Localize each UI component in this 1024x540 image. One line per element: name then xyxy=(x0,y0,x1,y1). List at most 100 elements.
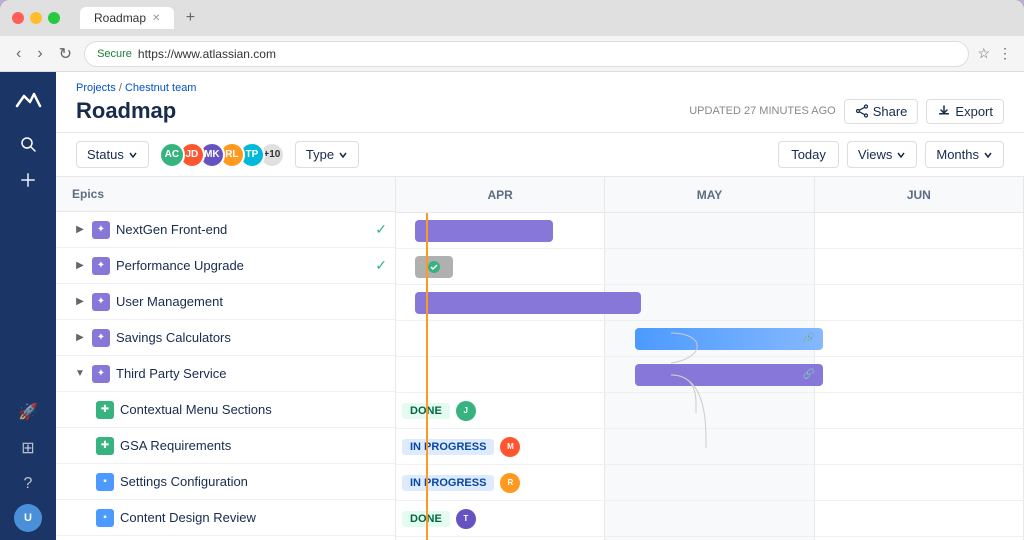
expand-icon[interactable]: ▶ xyxy=(72,294,88,310)
app-logo[interactable] xyxy=(10,80,46,116)
sidebar-search-icon[interactable] xyxy=(12,128,44,160)
bookmark-icon[interactable]: ☆ xyxy=(977,45,990,62)
mini-avatar-4: T xyxy=(456,509,476,529)
epic-row-contextual[interactable]: ✚ Contextual Menu Sections xyxy=(56,392,395,428)
epic-row-settings[interactable]: ▪ Settings Configuration xyxy=(56,464,395,500)
address-bar[interactable]: Secure https://www.atlassian.com xyxy=(84,41,969,67)
expand-icon[interactable]: ▶ xyxy=(72,222,88,238)
back-button[interactable]: ‹ xyxy=(12,43,25,65)
secure-badge: Secure xyxy=(97,48,132,60)
tab-close-icon[interactable]: ✕ xyxy=(152,13,160,24)
chevron-down-icon xyxy=(128,150,138,160)
sidebar-add-icon[interactable] xyxy=(12,164,44,196)
month-apr: APR xyxy=(396,177,605,212)
share-icon xyxy=(855,104,869,118)
timeline-header: APR MAY JUN xyxy=(396,177,1024,213)
forward-button[interactable]: › xyxy=(33,43,46,65)
bar-row-3: 🔗 xyxy=(396,321,1024,357)
export-button[interactable]: Export xyxy=(926,99,1004,124)
timeline-body: 🔗 🔗 DONE xyxy=(396,213,1024,540)
bar-row-0 xyxy=(396,213,1024,249)
top-right-actions: UPDATED 27 MINUTES AGO Share Export xyxy=(689,99,1004,124)
url-text: https://www.atlassian.com xyxy=(138,47,276,61)
status-progress-2: IN PROGRESS xyxy=(402,475,494,491)
active-tab[interactable]: Roadmap ✕ xyxy=(80,7,174,29)
months-chevron-icon xyxy=(983,150,993,160)
new-task-row[interactable]: ✚ xyxy=(56,536,395,540)
link-icon: 🔗 xyxy=(803,369,815,380)
views-chevron-icon xyxy=(896,150,906,160)
menu-icon[interactable]: ⋮ xyxy=(998,45,1012,62)
type-chevron-icon xyxy=(338,150,348,160)
epic-icon-purple: ✦ xyxy=(92,293,110,311)
sidebar-rocket-icon[interactable]: 🚀 xyxy=(12,396,44,428)
sidebar-help-icon[interactable]: ? xyxy=(12,468,44,500)
bar-row-2 xyxy=(396,285,1024,321)
epic-icon-blue: ▪ xyxy=(96,473,114,491)
mini-avatar-2: M xyxy=(500,437,520,457)
left-sidebar: 🚀 ⊞ ? U xyxy=(0,72,56,540)
month-jun: JUN xyxy=(815,177,1024,212)
tab-title: Roadmap xyxy=(94,11,146,25)
minimize-button[interactable] xyxy=(30,12,42,24)
epic-row-nextgen-frontend[interactable]: ▶ ✦ NextGen Front-end ✓ xyxy=(56,212,395,248)
refresh-button[interactable]: ↻ xyxy=(55,42,76,66)
avatar-1[interactable]: AC xyxy=(159,142,185,168)
epics-header: Epics xyxy=(56,177,395,212)
mini-avatar-3: R xyxy=(500,473,520,493)
bar-row-1 xyxy=(396,249,1024,285)
browser-titlebar: Roadmap ✕ + xyxy=(0,0,1024,36)
epic-row-third-party[interactable]: ▼ ✦ Third Party Service xyxy=(56,356,395,392)
share-button[interactable]: Share xyxy=(844,99,919,124)
epic-row-savings[interactable]: ▶ ✦ Savings Calculators xyxy=(56,320,395,356)
bar-row-4: 🔗 xyxy=(396,357,1024,393)
today-button[interactable]: Today xyxy=(778,141,839,168)
gantt-bar-performance[interactable] xyxy=(415,256,453,278)
epics-list: ▶ ✦ NextGen Front-end ✓ ▶ ✦ Performance … xyxy=(56,212,395,540)
epic-icon-green: ✚ xyxy=(96,437,114,455)
new-tab-button[interactable]: + xyxy=(178,6,202,30)
link-icon: 🔗 xyxy=(803,333,815,344)
breadcrumb: Projects / Chestnut team xyxy=(76,82,1004,94)
today-line xyxy=(426,213,428,540)
right-controls: Today Views Months xyxy=(778,141,1004,168)
mini-avatar-1: J xyxy=(456,401,476,421)
top-bar: Projects / Chestnut team Roadmap UPDATED… xyxy=(56,72,1024,133)
breadcrumb-projects[interactable]: Projects xyxy=(76,82,116,94)
user-avatar[interactable]: U xyxy=(14,504,42,532)
expand-icon[interactable]: ▶ xyxy=(72,258,88,274)
month-may: MAY xyxy=(605,177,814,212)
epic-icon-purple: ✦ xyxy=(92,365,110,383)
epic-row-content-design[interactable]: ▪ Content Design Review xyxy=(56,500,395,536)
maximize-button[interactable] xyxy=(48,12,60,24)
gantt-bar-user-mgmt[interactable] xyxy=(415,292,641,314)
gantt-bar-third-party[interactable]: 🔗 xyxy=(635,364,823,386)
breadcrumb-team[interactable]: Chestnut team xyxy=(125,82,197,94)
timeline-area: APR MAY JUN xyxy=(396,177,1024,540)
filter-bar: Status AC JD MK RL TP +10 Type Toda xyxy=(56,133,1024,177)
epic-row-performance[interactable]: ▶ ✦ Performance Upgrade ✓ xyxy=(56,248,395,284)
status-filter[interactable]: Status xyxy=(76,141,149,168)
type-filter[interactable]: Type xyxy=(295,141,359,168)
sidebar-grid-icon[interactable]: ⊞ xyxy=(12,432,44,464)
epic-row-gsa[interactable]: ✚ GSA Requirements xyxy=(56,428,395,464)
gantt-bar-nextgen[interactable] xyxy=(415,220,553,242)
epic-icon-blue: ▪ xyxy=(96,509,114,527)
status-row-5: DONE J xyxy=(396,393,1024,429)
address-bar-row: ‹ › ↻ Secure https://www.atlassian.com ☆… xyxy=(0,36,1024,72)
status-progress-1: IN PROGRESS xyxy=(402,439,494,455)
expand-icon[interactable]: ▶ xyxy=(72,330,88,346)
page-title: Roadmap xyxy=(76,98,176,124)
epic-row-user-mgmt[interactable]: ▶ ✦ User Management xyxy=(56,284,395,320)
epic-icon-purple: ✦ xyxy=(92,329,110,347)
breadcrumb-separator: / xyxy=(119,82,122,94)
expand-icon[interactable]: ▼ xyxy=(72,366,88,382)
epic-icon-purple: ✦ xyxy=(92,257,110,275)
views-button[interactable]: Views xyxy=(847,141,917,168)
browser-icons: ☆ ⋮ xyxy=(977,45,1012,62)
updated-text: UPDATED 27 MINUTES AGO xyxy=(689,105,836,117)
traffic-lights xyxy=(12,12,60,24)
gantt-bar-savings[interactable]: 🔗 xyxy=(635,328,823,350)
close-button[interactable] xyxy=(12,12,24,24)
months-button[interactable]: Months xyxy=(925,141,1004,168)
